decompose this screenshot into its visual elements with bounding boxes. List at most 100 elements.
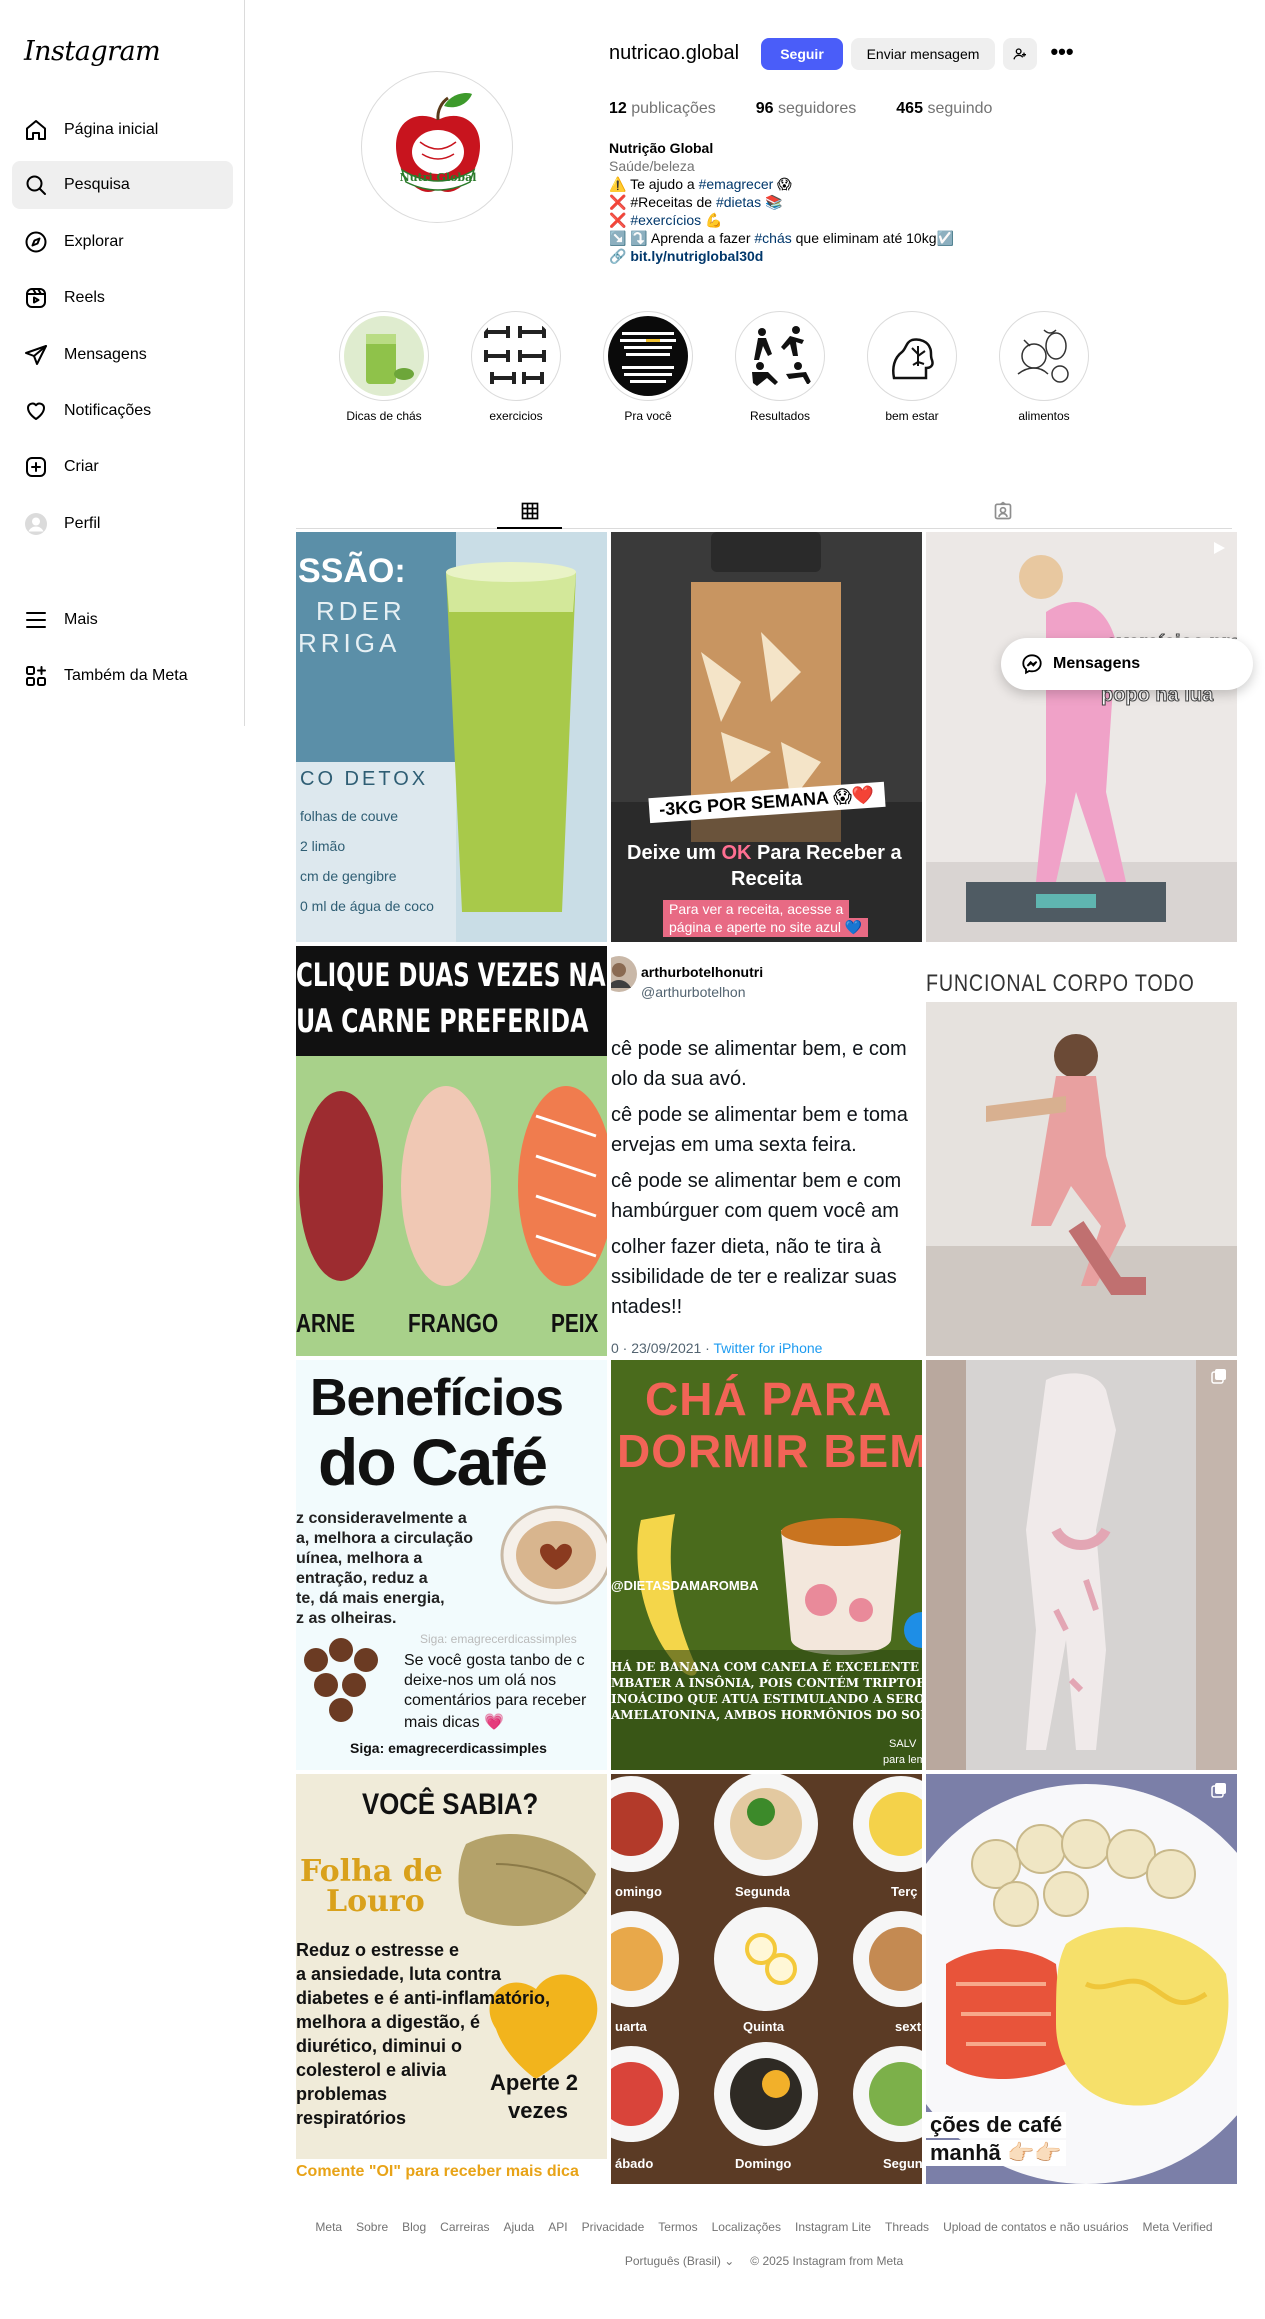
sidebar-item-label: Mensagens	[64, 346, 147, 363]
sidebar-item-home[interactable]: Página inicial	[12, 106, 233, 154]
post-thumbnail[interactable]: VOCÊ SABIA? Folha de Louro Reduz o estre…	[296, 1774, 607, 2184]
post-text: RRIGA	[298, 628, 401, 658]
footer-link[interactable]: Sobre	[356, 2220, 388, 2234]
send-message-button[interactable]: Enviar mensagem	[851, 38, 995, 70]
post-text: z consideravelmente a	[296, 1510, 467, 1527]
post-thumbnail[interactable]: FUNCIONAL CORPO TODO	[926, 946, 1237, 1356]
footer-link[interactable]: API	[548, 2220, 567, 2234]
post-thumbnail[interactable]: omingo Segunda Terç uarta Quinta sext áb…	[611, 1774, 922, 2184]
post-text: cê pode se alimentar bem, e com	[611, 1038, 907, 1060]
post-thumbnail[interactable]: CLIQUE DUAS VEZES NA UA CARNE PREFERIDA …	[296, 946, 607, 1356]
sidebar-item-more[interactable]: Mais	[12, 596, 233, 644]
post-text: Deixe um OK Para Receber a	[627, 842, 902, 864]
hashtag-link[interactable]: #exercícios	[630, 212, 701, 228]
footer-link[interactable]: Meta	[315, 2220, 342, 2234]
post-thumbnail[interactable]: ções de café manhã 👉🏻👉🏻	[926, 1774, 1237, 2184]
post-text: deixe-nos um olá nos	[404, 1672, 557, 1689]
follow-button[interactable]: Seguir	[761, 38, 843, 70]
post-text: MBATER A INSÔNIA, POIS CONTÉM TRIPTOFA	[611, 1676, 922, 1690]
post-text: VOCÊ SABIA?	[362, 1788, 539, 1821]
profile-avatar-icon	[24, 512, 48, 536]
tab-tagged[interactable]	[987, 495, 1019, 527]
footer-link[interactable]: Meta Verified	[1143, 2220, 1213, 2234]
bio-name: Nutrição Global	[609, 140, 714, 156]
post-text: Terç	[887, 1884, 922, 1899]
bio-line: ❌ #exercícios 💪	[609, 212, 723, 228]
post-thumbnail[interactable]: Benefícios do Café z consideravelmente a…	[296, 1360, 607, 1770]
post-text: HÁ DE BANANA COM CANELA É EXCELENTE PA	[611, 1660, 922, 1674]
link-icon: 🔗	[609, 248, 627, 264]
footer-link[interactable]: Instagram Lite	[795, 2220, 871, 2234]
bio-external-link[interactable]: bit.ly/nutriglobal30d	[630, 248, 763, 264]
sidebar-item-notifications[interactable]: Notificações	[12, 387, 233, 435]
sidebar-item-profile[interactable]: Perfil	[12, 500, 233, 548]
footer-link[interactable]: Blog	[402, 2220, 426, 2234]
sidebar-item-search[interactable]: Pesquisa	[12, 161, 233, 209]
post-text: ssibilidade de ter e realizar suas	[611, 1266, 897, 1288]
avatar-logo-text: Nutri Global	[400, 171, 477, 184]
hashtag-link[interactable]: #emagrecer	[699, 176, 774, 192]
highlight-item[interactable]: Pra você	[598, 311, 698, 423]
stat-following[interactable]: 465 seguindo	[896, 100, 992, 118]
footer-link[interactable]: Carreiras	[440, 2220, 489, 2234]
sidebar-item-label: Também da Meta	[64, 667, 188, 684]
instagram-logo[interactable]: Instagram	[24, 36, 161, 67]
plus-square-icon	[24, 455, 48, 479]
post-text: Quinta	[739, 2019, 789, 2034]
profile-avatar[interactable]: Nutri Global	[361, 71, 513, 223]
post-thumbnail[interactable]: exercícios pra popô na lua	[926, 532, 1237, 942]
post-text: 0 ml de água de coco	[300, 898, 434, 914]
highlight-item[interactable]: exercicios	[466, 311, 566, 423]
footer-link[interactable]: Privacidade	[582, 2220, 645, 2234]
post-text: comentários para receber	[404, 1692, 587, 1709]
sidebar-item-label: Perfil	[64, 515, 101, 532]
highlight-label: Dicas de chás	[346, 409, 422, 423]
post-text: FUNCIONAL CORPO TODO	[926, 970, 1195, 997]
paper-plane-icon	[24, 343, 48, 367]
profile-stats: 12 publicações 96 seguidores 465 seguind…	[609, 100, 992, 118]
reels-icon	[24, 286, 48, 310]
highlight-item[interactable]: bem estar	[862, 311, 962, 423]
footer-link[interactable]: Localizações	[712, 2220, 781, 2234]
tab-posts[interactable]	[514, 495, 546, 527]
footer-link[interactable]: Termos	[658, 2220, 697, 2234]
bio-line: ⚠️ Te ajudo a #emagrecer 😱	[609, 176, 792, 192]
post-text: CO DETOX	[300, 768, 429, 790]
highlight-item[interactable]: Dicas de chás	[334, 311, 434, 423]
stat-followers[interactable]: 96 seguidores	[756, 100, 857, 118]
sidebar-item-explore[interactable]: Explorar	[12, 218, 233, 266]
sidebar-item-reels[interactable]: Reels	[12, 274, 233, 322]
search-icon	[24, 173, 48, 197]
post-text: olo da sua avó.	[611, 1068, 747, 1090]
language-selector[interactable]: Português (Brasil) ⌄	[625, 2254, 734, 2268]
post-text: Reduz o estresse e	[296, 1940, 460, 1960]
post-thumbnail[interactable]	[926, 1360, 1237, 1770]
footer-link[interactable]: Upload de contatos e não usuários	[943, 2220, 1128, 2234]
post-thumbnail[interactable]: arthurbotelhonutri @arthurbotelhon cê po…	[611, 946, 922, 1356]
post-text: Aperte 2	[490, 2070, 579, 2095]
messages-floating-button[interactable]: Mensagens	[1001, 638, 1253, 690]
post-text: INOÁCIDO QUE ATUA ESTIMULANDO A SEROT	[611, 1692, 922, 1706]
sidebar-item-label: Reels	[64, 289, 105, 306]
highlight-item[interactable]: alimentos	[994, 311, 1094, 423]
more-options-button[interactable]: •••	[1046, 36, 1078, 68]
suggested-users-button[interactable]	[1003, 38, 1037, 70]
sidebar-item-create[interactable]: Criar	[12, 443, 233, 491]
post-text: mais dicas 💗	[404, 1714, 504, 1731]
post-thumbnail[interactable]: -3KG POR SEMANA 😱❤️ Deixe um OK Para Rec…	[611, 532, 922, 942]
tweet-avatar	[611, 956, 637, 992]
highlight-item[interactable]: Resultados	[730, 311, 830, 423]
add-user-icon	[1013, 48, 1026, 60]
post-text: ervejas em uma sexta feira.	[611, 1134, 857, 1156]
hashtag-link[interactable]: #dietas	[716, 194, 761, 210]
post-thumbnail[interactable]: SSÃO: RDER RRIGA CO DETOX folhas de couv…	[296, 532, 607, 942]
footer-link[interactable]: Threads	[885, 2220, 929, 2234]
hashtag-link[interactable]: #chás	[754, 230, 791, 246]
sidebar-item-label: Página inicial	[64, 121, 159, 138]
sidebar-item-also-from-meta[interactable]: Também da Meta	[12, 652, 233, 700]
post-thumbnail[interactable]: CHÁ PARA DORMIR BEM @DIETASDAMAROMBA HÁ …	[611, 1360, 922, 1770]
post-text: entração, reduz a	[296, 1570, 428, 1587]
footer-link[interactable]: Ajuda	[504, 2220, 535, 2234]
sidebar-item-messages[interactable]: Mensagens	[12, 331, 233, 379]
highlight-label: bem estar	[885, 409, 939, 423]
